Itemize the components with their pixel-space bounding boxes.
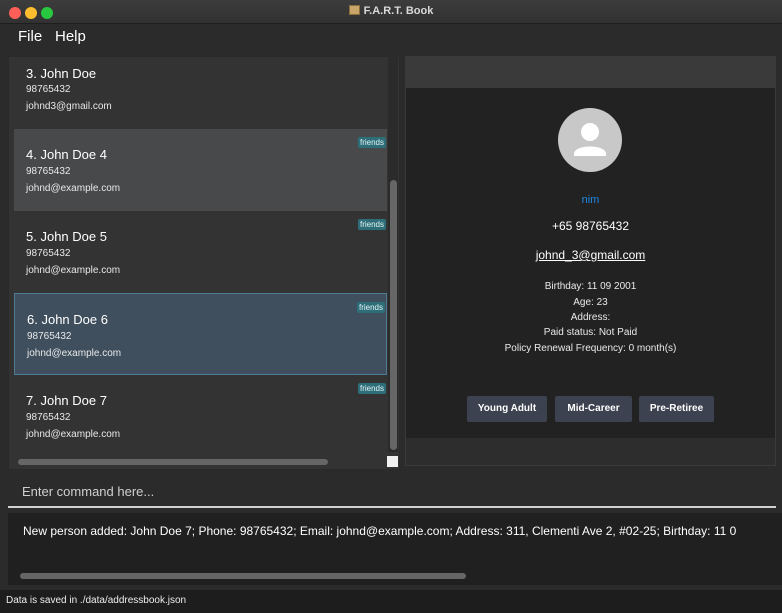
result-message: New person added: John Doe 7; Phone: 987… bbox=[23, 524, 737, 538]
person-card-4[interactable]: friends 4. John Doe 4 98765432 johnd@exa… bbox=[14, 129, 387, 211]
person-phone: 98765432 bbox=[26, 166, 71, 177]
list-horizontal-scroll-thumb[interactable] bbox=[18, 459, 328, 465]
person-name: 4. John Doe 4 bbox=[26, 147, 107, 162]
menu-bar: File Help bbox=[0, 24, 782, 50]
person-index: 6. bbox=[27, 312, 38, 327]
person-name: 5. John Doe 5 bbox=[26, 229, 107, 244]
detail-nickname: nim bbox=[581, 194, 600, 206]
detail-phone: +65 98765432 bbox=[551, 219, 630, 233]
scroll-corner bbox=[387, 456, 398, 467]
person-name-text: John Doe bbox=[40, 66, 97, 81]
person-name-text: John Doe 6 bbox=[41, 312, 108, 327]
detail-birthday: Birthday: 11 09 2001 bbox=[544, 281, 637, 292]
person-name-text: John Doe 7 bbox=[40, 393, 107, 408]
window-title: F.A.R.T. Book bbox=[0, 5, 782, 17]
person-card-5[interactable]: friends 5. John Doe 5 98765432 johnd@exa… bbox=[14, 211, 387, 293]
detail-age: Age: 23 bbox=[573, 297, 608, 308]
person-card-7[interactable]: friends 7. John Doe 7 98765432 johnd@exa… bbox=[14, 375, 387, 457]
tag-friends: friends bbox=[357, 383, 386, 394]
detail-email-row: johnd_3@gmail.com bbox=[406, 246, 775, 264]
detail-paid-status: Paid status: Not Paid bbox=[543, 327, 638, 338]
list-vertical-scroll-thumb[interactable] bbox=[390, 180, 397, 450]
status-bar: Data is saved in ./data/addressbook.json bbox=[0, 590, 782, 613]
detail-address: Address: bbox=[570, 312, 611, 323]
young-adult-button[interactable]: Young Adult bbox=[467, 396, 547, 422]
window-titlebar: F.A.R.T. Book bbox=[0, 0, 782, 24]
person-phone: 98765432 bbox=[26, 84, 71, 95]
person-phone: 98765432 bbox=[26, 248, 71, 259]
person-index: 5. bbox=[26, 229, 37, 244]
detail-email[interactable]: johnd_3@gmail.com bbox=[536, 248, 646, 262]
app-icon bbox=[348, 5, 360, 15]
avatar bbox=[558, 108, 622, 172]
mid-career-button[interactable]: Mid-Career bbox=[555, 396, 632, 422]
menu-help[interactable]: Help bbox=[55, 28, 86, 45]
detail-header bbox=[406, 57, 775, 88]
detail-policy-frequency: Policy Renewal Frequency: 0 month(s) bbox=[504, 343, 677, 354]
person-phone: 98765432 bbox=[27, 331, 72, 342]
tag-friends: friends bbox=[357, 137, 386, 148]
person-name-text: John Doe 4 bbox=[40, 147, 107, 162]
person-phone: 98765432 bbox=[26, 412, 71, 423]
person-email: johnd@example.com bbox=[27, 348, 122, 359]
person-icon bbox=[574, 123, 606, 156]
person-card-3[interactable]: 3. John Doe 98765432 johnd3@gmail.com bbox=[14, 57, 387, 129]
pre-retiree-button[interactable]: Pre-Retiree bbox=[639, 396, 714, 422]
person-email: johnd@example.com bbox=[26, 183, 121, 194]
person-email: johnd3@gmail.com bbox=[26, 101, 112, 112]
menu-file[interactable]: File bbox=[18, 28, 42, 45]
command-input[interactable] bbox=[22, 484, 762, 499]
person-name: 3. John Doe bbox=[26, 66, 96, 81]
window-title-text: F.A.R.T. Book bbox=[363, 5, 434, 17]
status-save-location: Data is saved in ./data/addressbook.json bbox=[6, 595, 187, 606]
person-index: 3. bbox=[26, 66, 37, 81]
tag-friends: friends bbox=[357, 219, 386, 230]
person-email: johnd@example.com bbox=[26, 429, 121, 440]
person-name: 7. John Doe 7 bbox=[26, 393, 107, 408]
result-horizontal-scroll-thumb[interactable] bbox=[20, 573, 466, 579]
tag-friends: friends bbox=[356, 302, 385, 313]
person-name: 6. John Doe 6 bbox=[27, 312, 108, 327]
person-list-panel[interactable]: 3. John Doe 98765432 johnd3@gmail.com fr… bbox=[8, 56, 400, 470]
person-name-text: John Doe 5 bbox=[40, 229, 107, 244]
person-email: johnd@example.com bbox=[26, 265, 121, 276]
person-index: 7. bbox=[26, 393, 37, 408]
person-card-6-selected[interactable]: friends 6. John Doe 6 98765432 johnd@exa… bbox=[14, 293, 387, 375]
command-box bbox=[8, 478, 776, 508]
person-index: 4. bbox=[26, 147, 37, 162]
